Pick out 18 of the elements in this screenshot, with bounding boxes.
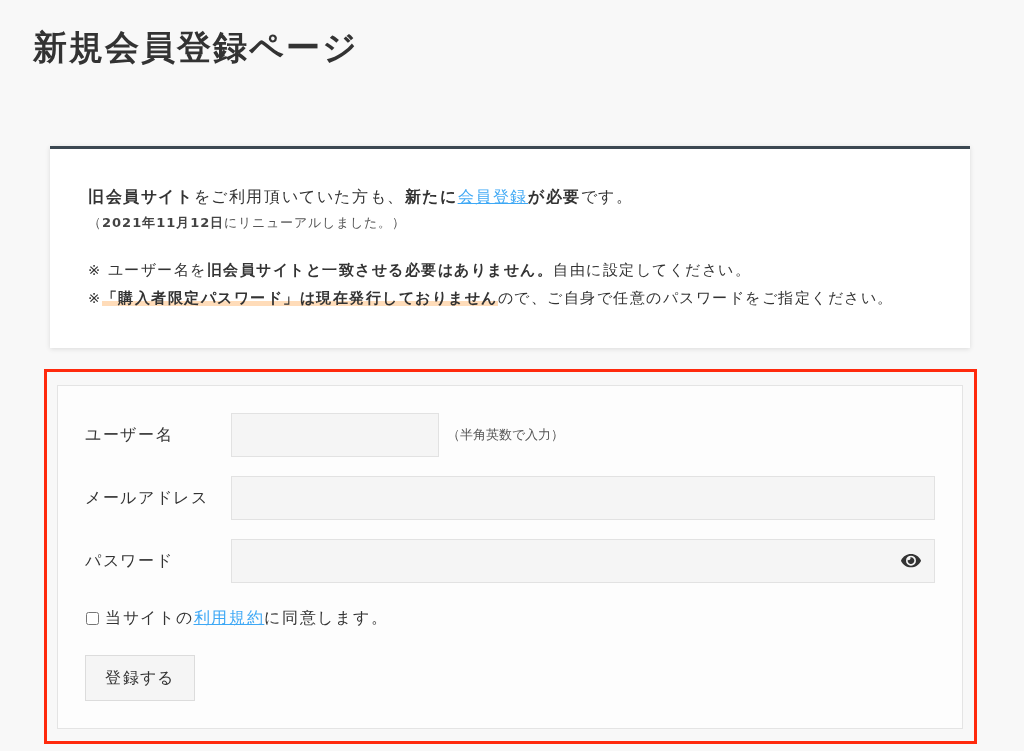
eye-icon[interactable]: [901, 554, 921, 568]
terms-link[interactable]: 利用規約: [193, 608, 265, 627]
password-field[interactable]: [231, 539, 935, 583]
notice-lead: 旧会員サイトをご利用頂いていた方も、新たに会員登録が必要です。: [88, 186, 635, 208]
field-label: メールアドレス: [85, 487, 210, 509]
password-note: ※「購入者限定パスワード」は現在発行しておりませんので、ご自身で任意のパスワードをご指定ください。: [88, 289, 895, 308]
register-button[interactable]: 登録する: [85, 655, 195, 701]
username-field[interactable]: [231, 413, 439, 457]
page-title: 新規会員登録ページ: [33, 26, 359, 69]
field-hint: （半角英数で入力）: [447, 426, 564, 444]
agreement-text: 当サイトの利用規約に同意します。: [105, 607, 389, 629]
member-registration-link[interactable]: 会員登録: [457, 187, 529, 206]
email-field[interactable]: [231, 476, 935, 520]
field-label: ユーザー名: [85, 424, 175, 446]
field-label: パスワード: [85, 550, 175, 572]
renewal-note: （2021年11月12日にリニューアルしました。）: [88, 214, 408, 232]
agree-checkbox[interactable]: [86, 611, 99, 625]
username-note: ※ ユーザー名を旧会員サイトと一致させる必要はありません。自由に設定してください。: [88, 261, 753, 280]
